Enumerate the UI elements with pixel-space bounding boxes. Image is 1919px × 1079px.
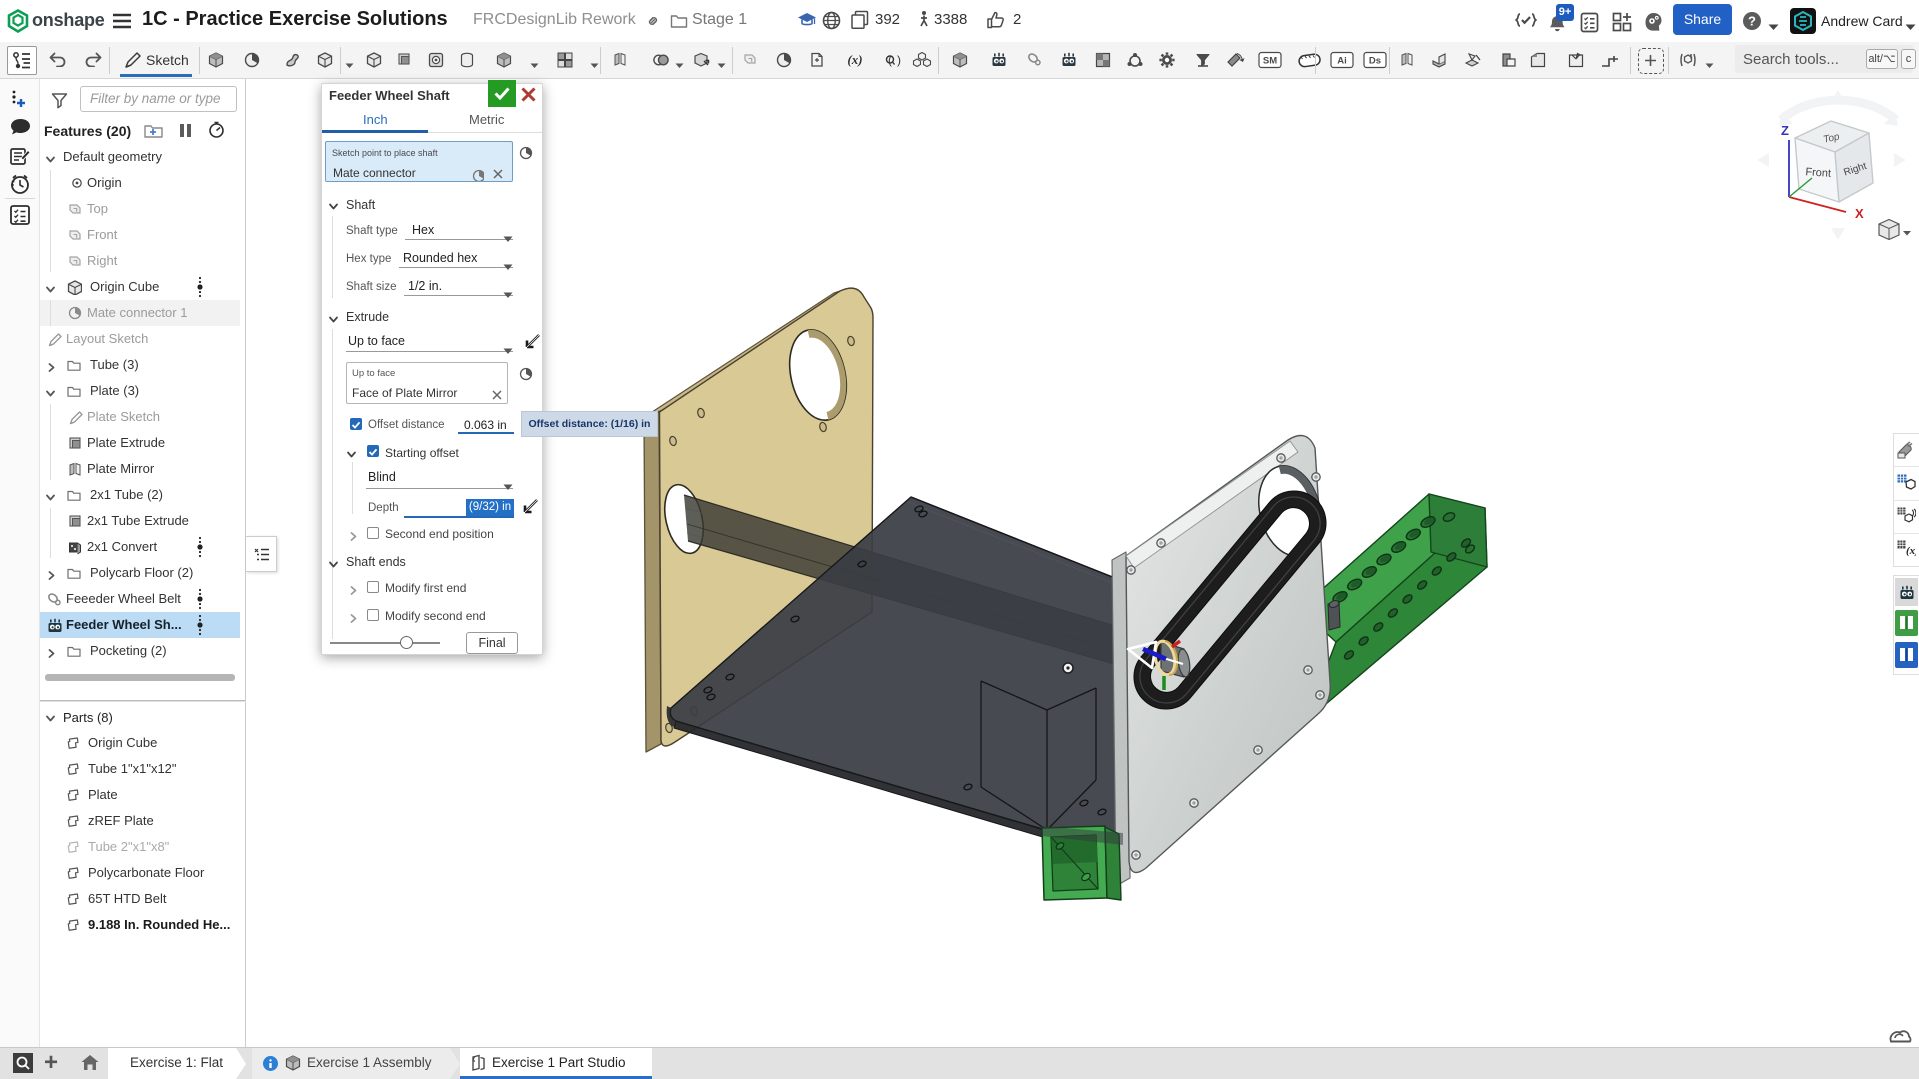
svg-text:X: X xyxy=(1855,206,1864,221)
svg-text:(: ( xyxy=(888,53,892,67)
svg-text:Front: Front xyxy=(1805,166,1831,180)
svg-text:Ai: Ai xyxy=(1337,56,1347,67)
svg-text:?: ? xyxy=(1748,14,1756,29)
svg-text:(x): (x) xyxy=(1906,545,1916,557)
svg-text:): ) xyxy=(897,53,901,67)
svg-text:(x): (x) xyxy=(847,52,862,67)
svg-text:Z: Z xyxy=(1781,123,1789,138)
svg-text:SM: SM xyxy=(1263,56,1277,67)
svg-text:Ds: Ds xyxy=(1369,56,1381,67)
